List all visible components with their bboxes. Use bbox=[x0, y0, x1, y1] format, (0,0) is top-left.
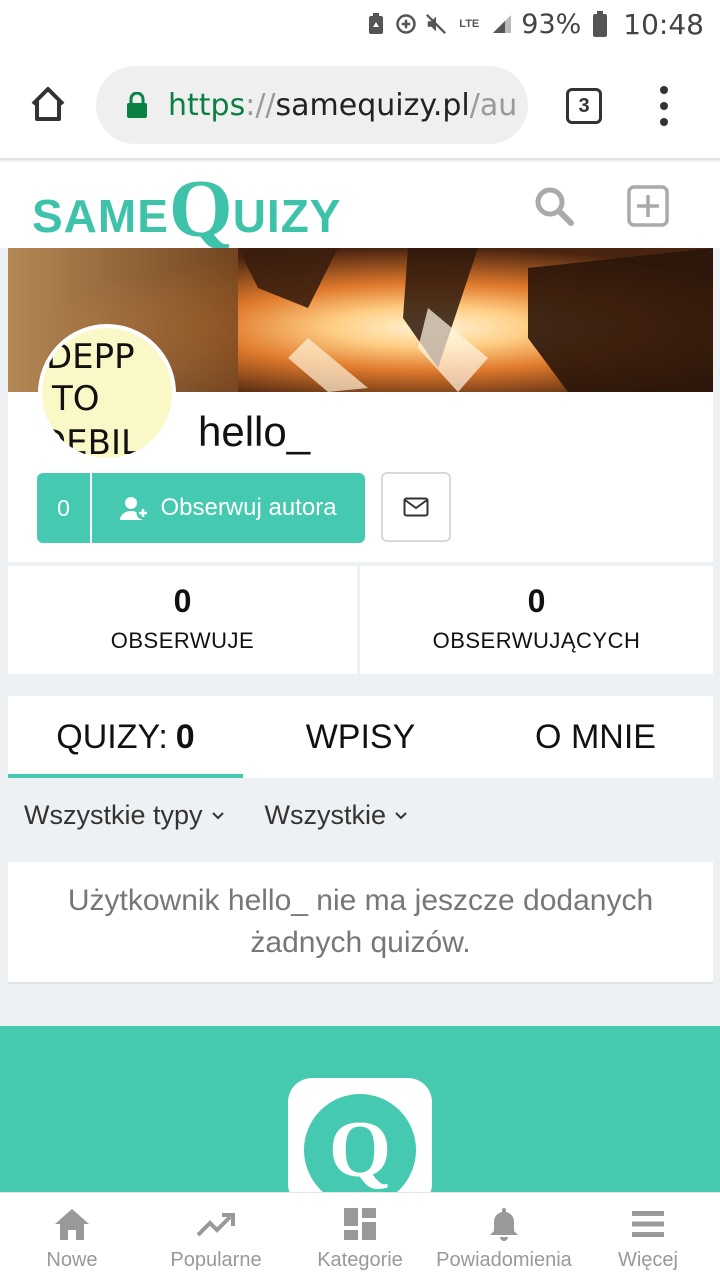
avatar: DEPP TO DEBIL bbox=[38, 324, 176, 462]
home-icon bbox=[52, 1205, 92, 1243]
type-filter-label: Wszystkie typy bbox=[24, 800, 203, 830]
add-quiz-icon[interactable] bbox=[626, 184, 670, 228]
app-logo-icon: Q bbox=[288, 1078, 432, 1208]
nav-item-powiadomienia[interactable]: Powiadomienia bbox=[432, 1193, 576, 1280]
scope-filter-label: Wszystkie bbox=[264, 800, 387, 830]
battery-percent: 93% bbox=[521, 8, 582, 40]
follow-author-button[interactable]: Obserwuj autora bbox=[92, 473, 365, 543]
message-button[interactable] bbox=[381, 472, 451, 542]
tab-quizy[interactable]: QUIZY: 0 bbox=[8, 696, 243, 778]
following-stat[interactable]: 0 OBSERWUJE bbox=[8, 566, 357, 674]
nav-item-popularne[interactable]: Popularne bbox=[144, 1193, 288, 1280]
followers-label: OBSERWUJĄCYCH bbox=[432, 628, 641, 653]
bottom-navigation: Nowe Popularne Kategorie Powiadomienia W… bbox=[0, 1192, 720, 1280]
data-saver-icon bbox=[395, 13, 417, 35]
tab-quizy-label: QUIZY: bbox=[56, 717, 168, 756]
battery-saver-icon bbox=[365, 13, 387, 35]
menu-icon bbox=[628, 1205, 668, 1243]
user-plus-icon bbox=[120, 497, 150, 520]
nav-label: Więcej bbox=[617, 1249, 678, 1271]
svg-text:DEPP: DEPP bbox=[46, 337, 135, 377]
tab-wpisy[interactable]: WPISY bbox=[243, 696, 478, 778]
tab-switcher-button[interactable]: 3 bbox=[566, 88, 602, 124]
followers-count-badge: 0 bbox=[37, 473, 92, 543]
lte-icon: LTE bbox=[459, 18, 480, 30]
type-filter-dropdown[interactable]: Wszystkie typy bbox=[24, 800, 225, 831]
nav-label: Nowe bbox=[46, 1249, 98, 1271]
chevron-down-icon bbox=[395, 811, 407, 819]
nav-item-kategorie[interactable]: Kategorie bbox=[288, 1193, 432, 1280]
followers-count: 0 bbox=[527, 583, 546, 619]
nav-label: Kategorie bbox=[317, 1249, 403, 1271]
address-bar[interactable]: https://samequizy.pl/au bbox=[96, 66, 528, 144]
nav-item-nowe[interactable]: Nowe bbox=[0, 1193, 144, 1280]
empty-state: Użytkownik hello_ nie ma jeszcze dodanyc… bbox=[8, 862, 713, 984]
samequizy-logo[interactable]: SAME Q UIZY bbox=[32, 166, 341, 250]
bell-icon bbox=[484, 1205, 524, 1243]
nav-label: Powiadomienia bbox=[436, 1249, 572, 1271]
nav-label: Popularne bbox=[170, 1249, 262, 1271]
url-text: https://samequizy.pl/au bbox=[168, 87, 518, 123]
signal-icon bbox=[491, 13, 513, 35]
search-icon[interactable] bbox=[532, 184, 576, 228]
categories-icon bbox=[340, 1205, 380, 1243]
profile-username: hello_ bbox=[198, 408, 311, 455]
browser-toolbar: https://samequizy.pl/au 3 bbox=[0, 48, 720, 160]
tab-o-mnie[interactable]: O MNIE bbox=[478, 696, 713, 778]
following-count: 0 bbox=[173, 583, 192, 619]
battery-icon bbox=[589, 11, 611, 37]
follow-button-group: 0 Obserwuj autora bbox=[37, 473, 365, 543]
scope-filter-dropdown[interactable]: Wszystkie bbox=[265, 800, 409, 831]
envelope-icon bbox=[403, 497, 429, 517]
quiz-filters: Wszystkie typy Wszystkie bbox=[24, 800, 408, 831]
nav-item-wiecej[interactable]: Więcej bbox=[576, 1193, 720, 1280]
chevron-down-icon bbox=[211, 811, 224, 819]
clock: 10:48 bbox=[623, 7, 704, 41]
site-header: SAME Q UIZY bbox=[0, 162, 720, 250]
status-bar: LTE 93% 10:48 bbox=[0, 0, 720, 48]
home-icon[interactable] bbox=[28, 84, 68, 124]
tab-quizy-count: 0 bbox=[175, 717, 195, 756]
overflow-menu-icon[interactable] bbox=[656, 86, 672, 126]
follow-author-label: Obserwuj autora bbox=[160, 494, 337, 521]
lock-icon bbox=[127, 92, 147, 118]
mute-icon bbox=[425, 13, 447, 35]
app-logo-letter: Q bbox=[304, 1094, 416, 1206]
profile-tabs: QUIZY: 0 WPISY O MNIE bbox=[8, 696, 713, 778]
svg-text:TO: TO bbox=[51, 379, 100, 419]
following-label: OBSERWUJE bbox=[110, 628, 255, 653]
trending-icon bbox=[196, 1205, 236, 1243]
empty-state-message: Użytkownik hello_ nie ma jeszcze dodanyc… bbox=[67, 884, 654, 959]
followers-stat[interactable]: 0 OBSERWUJĄCYCH bbox=[360, 566, 713, 674]
